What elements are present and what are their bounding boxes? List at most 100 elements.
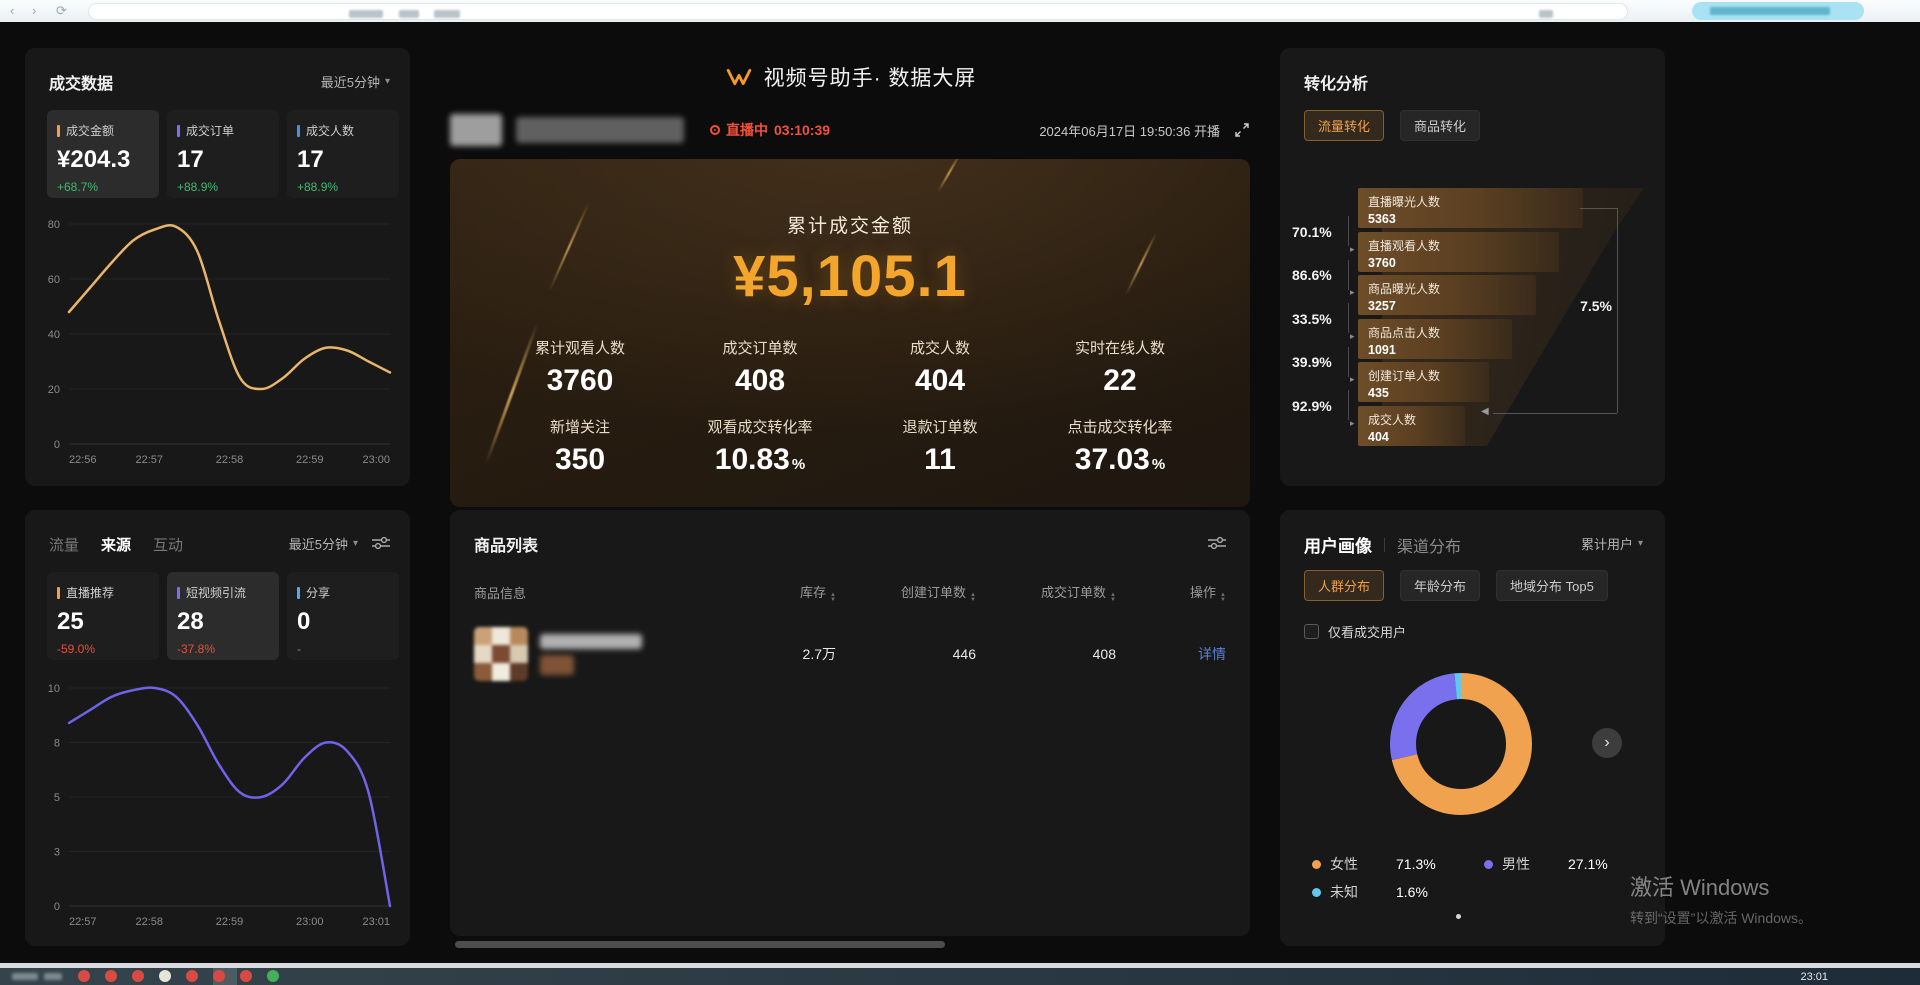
marker-icon	[297, 125, 300, 137]
broadcast-start-time: 2024年06月17日 19:50:36 开播	[1039, 121, 1220, 140]
svg-text:20: 20	[48, 384, 60, 396]
product-title-blur	[540, 634, 642, 649]
taskbar-app-icon[interactable]	[105, 970, 117, 982]
product-deal-orders: 408	[976, 646, 1116, 662]
streamer-avatar	[450, 114, 502, 146]
product-subtitle-blur	[540, 655, 574, 675]
horizontal-scrollbar[interactable]	[455, 941, 945, 948]
svg-text:22:59: 22:59	[216, 916, 244, 928]
filter-settings-icon[interactable]	[372, 536, 390, 550]
stat-card-share[interactable]: 分享 0 -	[287, 572, 399, 660]
taskbar-app-icon[interactable]	[132, 970, 144, 982]
legend-dot-icon	[1484, 860, 1493, 869]
taskbar-app-icon[interactable]	[186, 970, 198, 982]
delta-badge: -37.8%	[177, 642, 269, 656]
browser-refresh-icon[interactable]: ⟳	[56, 2, 67, 19]
tab-user-profile[interactable]: 用户画像	[1304, 532, 1372, 557]
tab-channel-distribution[interactable]: 渠道分布	[1397, 533, 1461, 557]
svg-text:22:59: 22:59	[296, 454, 324, 466]
fullscreen-expand-icon[interactable]	[1234, 122, 1250, 138]
stat-card-deal-amount[interactable]: 成交金额 ¥204.3 +68.7%	[47, 110, 159, 198]
col-created-orders-sort[interactable]: 创建订单数▲▼	[836, 582, 976, 603]
delta-badge: +88.9%	[297, 180, 389, 194]
browser-extension-pill[interactable]	[1692, 2, 1864, 20]
streamer-name-blur	[516, 117, 684, 143]
taskbar-app-icon[interactable]	[159, 970, 171, 982]
tab-age-distribution[interactable]: 年龄分布	[1400, 570, 1480, 601]
tab-product-conversion[interactable]: 商品转化	[1400, 110, 1480, 141]
tab-traffic-conversion[interactable]: 流量转化	[1304, 110, 1384, 141]
browser-top-bar: ‹ › ⟳	[0, 0, 1920, 22]
cumulative-gmv-panel: 累计成交金额 ¥5,105.1 累计观看人数3760 成交订单数408 成交人数…	[450, 159, 1250, 507]
marker-icon	[177, 587, 180, 599]
svg-text:0: 0	[54, 901, 60, 913]
dashboard-background: 视频号助手· 数据大屏 直播中 03:10:39 2024年06月17日 19:…	[0, 22, 1920, 963]
filter-settings-icon[interactable]	[1208, 536, 1226, 550]
stat-card-live-recommend[interactable]: 直播推荐 25 -59.0%	[47, 572, 159, 660]
address-text-blur	[434, 10, 460, 18]
taskbar-app-icon[interactable]	[240, 970, 252, 982]
conversion-funnel-chart: 直播曝光人数5363直播观看人数3760商品曝光人数3257商品点击人数1091…	[1358, 188, 1638, 450]
svg-text:10: 10	[48, 683, 60, 695]
live-dot-icon	[710, 125, 720, 135]
taskbar-start-blur[interactable]	[12, 973, 38, 980]
legend-item-unknown: 未知 1.6%	[1312, 882, 1428, 902]
tab-gender-distribution[interactable]: 人群分布	[1304, 570, 1384, 601]
svg-text:22:57: 22:57	[135, 454, 163, 466]
tab-source[interactable]: 来源	[101, 534, 131, 555]
checkbox-icon[interactable]	[1304, 624, 1319, 639]
col-stock-sort[interactable]: 库存▲▼	[740, 582, 836, 603]
taskbar-app-icon[interactable]	[78, 970, 90, 982]
browser-forward-icon[interactable]: ›	[32, 2, 36, 19]
funnel-arrow-icon: ▸	[1350, 244, 1355, 255]
svg-text:40: 40	[48, 329, 60, 341]
page-title: 视频号助手· 数据大屏	[450, 62, 1250, 92]
product-table-row: 2.7万 446 408 详情	[474, 614, 1226, 694]
audience-range-dropdown[interactable]: 累计用户▾	[1581, 534, 1643, 553]
taskbar-app-icon[interactable]	[267, 970, 279, 982]
stat-card-deal-buyers[interactable]: 成交人数 17 +88.9%	[287, 110, 399, 198]
tab-traffic[interactable]: 流量	[49, 534, 79, 555]
marker-icon	[57, 587, 60, 599]
deal-users-only-checkbox[interactable]: 仅看成交用户	[1304, 622, 1406, 641]
tab-region-distribution[interactable]: 地域分布 Top5	[1496, 570, 1608, 601]
overall-rate-line	[1580, 208, 1617, 209]
product-detail-link[interactable]: 详情	[1116, 644, 1226, 664]
bookmark-star-icon[interactable]	[1539, 10, 1553, 18]
funnel-step-rate: 70.1%	[1292, 224, 1350, 240]
browser-back-icon[interactable]: ‹	[10, 2, 14, 19]
funnel-bar: 成交人数404	[1358, 406, 1465, 446]
user-profile-panel: 用户画像 渠道分布 累计用户▾ 人群分布 年龄分布 地域分布 Top5 仅看成交…	[1280, 510, 1665, 946]
hero-stat: 实时在线人数22	[1075, 337, 1165, 398]
deal-panel-title: 成交数据	[49, 70, 113, 94]
legend-item-female: 女性 71.3%	[1312, 854, 1436, 874]
col-actions-sort[interactable]: 操作▲▼	[1116, 582, 1226, 603]
sort-icon: ▲▼	[1220, 593, 1226, 603]
funnel-bar: 创建订单人数435	[1358, 362, 1489, 402]
decor-streak	[937, 159, 961, 193]
tab-interaction[interactable]: 互动	[153, 534, 183, 555]
taskbar-search-blur[interactable]	[44, 973, 62, 980]
product-created-orders: 446	[836, 646, 976, 662]
taskbar-app-icon[interactable]	[213, 970, 225, 982]
windows-activation-watermark: 激活 Windows 转到“设置”以激活 Windows。	[1630, 870, 1812, 928]
extension-text-blur	[1710, 7, 1830, 15]
funnel-step-rate: 92.9%	[1292, 398, 1350, 414]
taskbar-clock[interactable]: 23:01	[1800, 971, 1828, 983]
delta-badge: -	[297, 642, 389, 656]
browser-address-bar[interactable]	[88, 3, 1628, 20]
col-deal-orders-sort[interactable]: 成交订单数▲▼	[976, 582, 1116, 603]
stat-card-short-video[interactable]: 短视频引流 28 -37.8%	[167, 572, 279, 660]
source-range-dropdown[interactable]: 最近5分钟▾	[289, 534, 358, 553]
svg-text:0: 0	[54, 439, 60, 451]
funnel-step-rate: 33.5%	[1292, 311, 1350, 327]
deal-range-dropdown[interactable]: 最近5分钟▾	[321, 72, 390, 91]
carousel-next-button[interactable]: ›	[1592, 728, 1622, 758]
funnel-step-rate: 86.6%	[1292, 267, 1350, 283]
funnel-step-rate: 39.9%	[1292, 354, 1350, 370]
svg-text:23:01: 23:01	[362, 916, 390, 928]
svg-text:80: 80	[48, 219, 60, 231]
stat-card-deal-orders[interactable]: 成交订单 17 +88.9%	[167, 110, 279, 198]
legend-item-male: 男性 27.1%	[1484, 854, 1608, 874]
carousel-page-dot[interactable]	[1456, 914, 1461, 919]
